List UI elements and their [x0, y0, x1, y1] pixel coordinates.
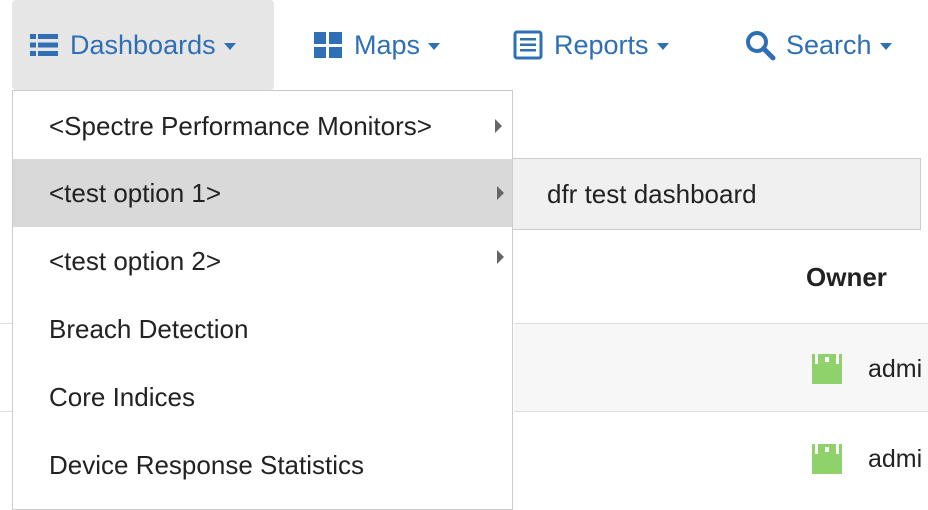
menu-item-label: Device Response Statistics	[49, 449, 365, 480]
menu-item-breach-detection[interactable]: Breach Detection	[13, 295, 512, 363]
user-icon	[812, 354, 842, 384]
owner-name: admi	[868, 354, 923, 383]
caret-down-icon	[879, 43, 892, 50]
caret-down-icon	[656, 43, 669, 50]
menu-item-test-option-2[interactable]: <test option 2>	[13, 227, 512, 295]
owner-cell: admi	[810, 352, 922, 386]
document-icon	[513, 30, 543, 60]
menu-item-label: <test option 1>	[49, 177, 222, 208]
menu-item-test-option-1[interactable]: <test option 1>	[13, 159, 512, 227]
table-divider	[0, 323, 12, 324]
submenu-item-label: dfr test dashboard	[547, 178, 757, 209]
nav-dashboards[interactable]: Dashboards	[12, 0, 274, 90]
nav-maps-label: Maps	[354, 29, 421, 60]
caret-right-icon	[495, 119, 502, 133]
caret-down-icon	[223, 43, 236, 50]
list-icon	[30, 34, 58, 56]
owner-column-header[interactable]: Owner	[806, 262, 887, 293]
nav-search[interactable]: Search	[744, 0, 892, 90]
menu-item-spectre-performance-monitors[interactable]: <Spectre Performance Monitors>	[13, 92, 512, 160]
table-divider	[0, 411, 12, 412]
caret-right-icon	[497, 250, 504, 264]
owner-cell: admi	[810, 442, 922, 476]
dashboards-dropdown-menu: <Spectre Performance Monitors> <test opt…	[12, 90, 513, 510]
owner-name: admi	[868, 444, 923, 473]
menu-item-label: Core Indices	[49, 381, 195, 412]
caret-down-icon	[428, 43, 441, 50]
nav-maps[interactable]: Maps	[312, 0, 441, 90]
menu-item-label: <Spectre Performance Monitors>	[49, 110, 432, 141]
test-option-1-submenu: dfr test dashboard	[512, 158, 921, 230]
nav-reports-label: Reports	[554, 29, 649, 60]
user-icon	[812, 444, 842, 474]
menu-item-label: Breach Detection	[49, 313, 249, 344]
menu-item-core-indices[interactable]: Core Indices	[13, 363, 512, 431]
nav-reports[interactable]: Reports	[512, 0, 669, 90]
menu-item-label: <test option 2>	[49, 245, 222, 276]
nav-dashboards-label: Dashboards	[70, 29, 216, 60]
caret-right-icon	[497, 186, 504, 200]
nav-search-label: Search	[786, 29, 872, 60]
submenu-item-dfr-test-dashboard[interactable]: dfr test dashboard	[513, 159, 920, 229]
menu-item-device-response-statistics[interactable]: Device Response Statistics	[13, 431, 512, 499]
grid-icon	[314, 32, 342, 58]
search-icon	[746, 31, 776, 61]
